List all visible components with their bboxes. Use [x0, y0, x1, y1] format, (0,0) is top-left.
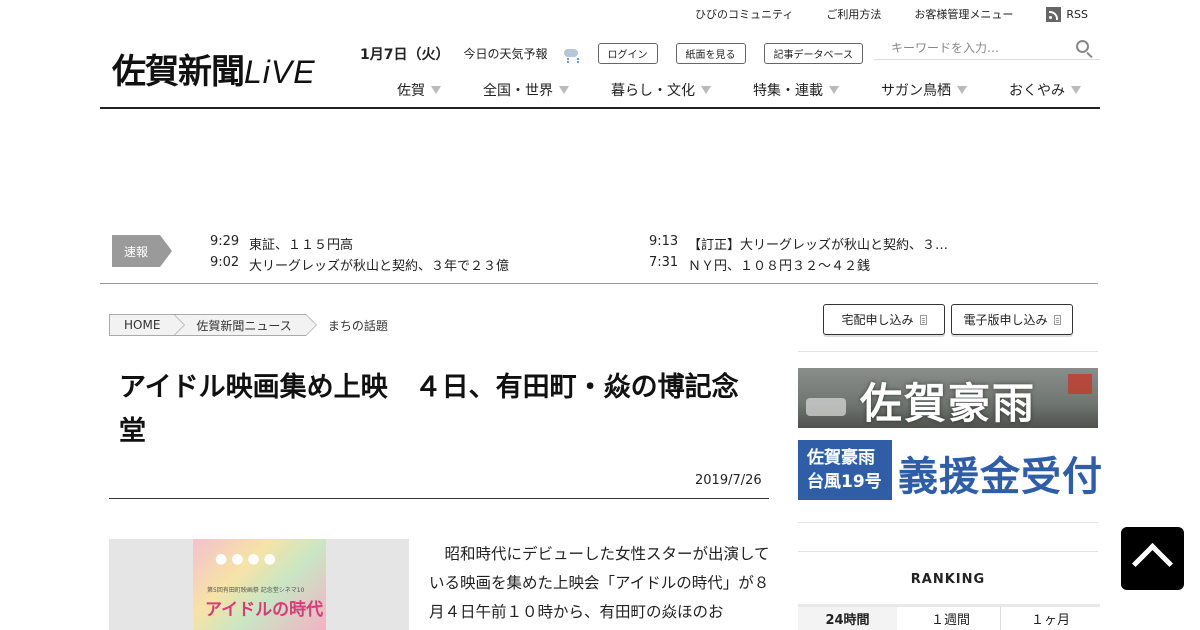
nav-item-sagan-tosu[interactable]: サガン鳥栖: [881, 80, 967, 100]
chevron-up-icon: [1131, 542, 1174, 585]
dropdown-arrow-icon: [957, 86, 967, 94]
nav-item-obituaries[interactable]: おくやみ: [1009, 80, 1081, 100]
news-time: 9:13: [649, 234, 679, 249]
saga-heavy-rain-banner[interactable]: 佐賀豪雨: [798, 368, 1098, 428]
nav-label: サガン鳥栖: [881, 83, 951, 99]
breaking-news-item[interactable]: 9:13 【訂正】大リーグレッズが秋山と契約、３…: [649, 234, 948, 253]
nav-item-features[interactable]: 特集・連載: [753, 80, 839, 100]
back-to-top-button[interactable]: [1121, 527, 1184, 590]
site-logo[interactable]: 佐賀新聞LiVE: [112, 44, 316, 93]
nav-item-national-world[interactable]: 全国・世界: [483, 80, 569, 100]
current-date: 1月7日（火）: [360, 46, 450, 63]
tab-1-month[interactable]: １ヶ月: [1001, 607, 1100, 630]
news-time: 7:31: [649, 255, 679, 270]
dropdown-arrow-icon: [829, 86, 839, 94]
box-line: 佐賀豪雨: [807, 448, 875, 468]
breadcrumb: HOME 佐賀新聞ニュース まちの話題: [109, 314, 402, 336]
header-info: 1月7日（火） 今日の天気予報 ログイン 紙面を見る 記事データベース: [360, 43, 863, 64]
banner-photo-sign: [1068, 374, 1092, 394]
breaking-news-label: 速報: [112, 235, 172, 267]
poster-image: ●●●● 第5回有田町映画祭 記念堂シネマ10 アイドルの時代: [193, 539, 326, 630]
nav-label: 佐賀: [397, 83, 425, 99]
sidebar-divider: [798, 522, 1098, 523]
poster-title: アイドルの時代: [205, 600, 324, 620]
sidebar-divider: [798, 551, 1098, 552]
news-time: 9:29: [210, 234, 240, 249]
login-button[interactable]: ログイン: [597, 43, 658, 64]
breadcrumb-section[interactable]: 佐賀新聞ニュース: [174, 314, 318, 336]
dropdown-arrow-icon: [1071, 86, 1081, 94]
article-photo[interactable]: ●●●● 第5回有田町映画祭 記念堂シネマ10 アイドルの時代: [109, 539, 409, 630]
dropdown-arrow-icon: [431, 86, 441, 94]
news-headline: 大リーグレッズが秋山と契約、３年で２３億: [249, 259, 510, 274]
breadcrumb-current: まちの話題: [327, 318, 388, 333]
nav-label: 特集・連載: [753, 83, 823, 99]
tab-1-week[interactable]: １週間: [901, 607, 1001, 630]
breadcrumb-home[interactable]: HOME: [109, 314, 186, 336]
article-divider: [109, 498, 769, 499]
document-icon: [919, 314, 927, 325]
banner-text: 佐賀豪雨: [860, 379, 1037, 428]
home-delivery-button[interactable]: 宅配申し込み: [823, 304, 945, 335]
article-body: 昭和時代にデビューした女性スターが出演している映画を集めた上映会「アイドルの時代…: [429, 545, 770, 621]
nav-item-saga[interactable]: 佐賀: [397, 80, 441, 100]
dropdown-arrow-icon: [559, 86, 569, 94]
button-label: 電子版申し込み: [963, 313, 1048, 327]
nav-label: 全国・世界: [483, 83, 553, 99]
rain-cloud-icon: [562, 47, 580, 61]
rss-icon: [1046, 6, 1062, 22]
donation-banner-text: 義援金受付: [898, 453, 1103, 500]
dropdown-arrow-icon: [701, 86, 711, 94]
box-line: 台風19号: [807, 472, 882, 492]
digital-edition-button[interactable]: 電子版申し込み: [951, 304, 1073, 335]
news-headline: 東証、１１５円高: [249, 238, 354, 253]
search-icon[interactable]: [1076, 40, 1089, 53]
news-time: 9:02: [210, 255, 240, 270]
customer-menu-link[interactable]: お客様管理メニュー: [914, 6, 1013, 22]
poster-subtitle: 第5回有田町映画祭 記念堂シネマ10: [207, 587, 305, 594]
article-database-button[interactable]: 記事データベース: [763, 43, 863, 64]
search-input[interactable]: [874, 40, 1064, 55]
donation-banner-box: 佐賀豪雨 台風19号: [798, 440, 892, 500]
logo-main: 佐賀新聞: [112, 52, 245, 92]
breaking-news-item[interactable]: 9:02 大リーグレッズが秋山と契約、３年で２３億: [210, 255, 509, 274]
nav-divider: [100, 107, 1100, 109]
news-headline: ＮＹ円、１０８円３２～４２銭: [688, 259, 871, 274]
article-date: 2019/7/26: [695, 473, 762, 488]
logo-suffix: LiVE: [244, 54, 316, 90]
breaking-news-item[interactable]: 9:29 東証、１１５円高: [210, 234, 353, 253]
breaking-news-divider: [100, 283, 1098, 284]
article-headline: アイドル映画集め上映 ４日、有田町・焱の博記念堂: [119, 372, 739, 447]
search-box: [874, 36, 1100, 60]
rss-link[interactable]: RSS: [1046, 6, 1088, 22]
ranking-tabs: 24時間 １週間 １ヶ月: [798, 604, 1100, 630]
button-label: 宅配申し込み: [841, 313, 914, 327]
weather-link[interactable]: 今日の天気予報: [463, 45, 547, 62]
rss-label: RSS: [1066, 7, 1088, 21]
tab-24-hours[interactable]: 24時間: [798, 607, 901, 630]
donation-banner[interactable]: 佐賀豪雨 台風19号 義援金受付: [798, 440, 1102, 500]
poster-dots: ●●●●: [215, 551, 280, 567]
nav-item-life-culture[interactable]: 暮らし・文化: [611, 80, 711, 100]
how-to-use-link[interactable]: ご利用方法: [826, 6, 881, 22]
sidebar-divider: [798, 351, 1098, 352]
utility-links: ひびのコミュニティ ご利用方法 お客様管理メニュー RSS: [695, 6, 1088, 22]
community-link[interactable]: ひびのコミュニティ: [695, 6, 793, 22]
breaking-news-item[interactable]: 7:31 ＮＹ円、１０８円３２～４２銭: [649, 255, 870, 274]
view-paper-button[interactable]: 紙面を見る: [675, 43, 746, 64]
news-headline: 【訂正】大リーグレッズが秋山と契約、３…: [688, 238, 949, 253]
main-nav: 佐賀 全国・世界 暮らし・文化 特集・連載 サガン鳥栖 おくやみ: [397, 80, 1081, 100]
ranking-heading: RANKING: [910, 572, 986, 587]
nav-label: おくやみ: [1009, 83, 1065, 99]
banner-photo-car: [806, 398, 846, 416]
nav-label: 暮らし・文化: [611, 83, 695, 99]
document-icon: [1053, 314, 1061, 325]
